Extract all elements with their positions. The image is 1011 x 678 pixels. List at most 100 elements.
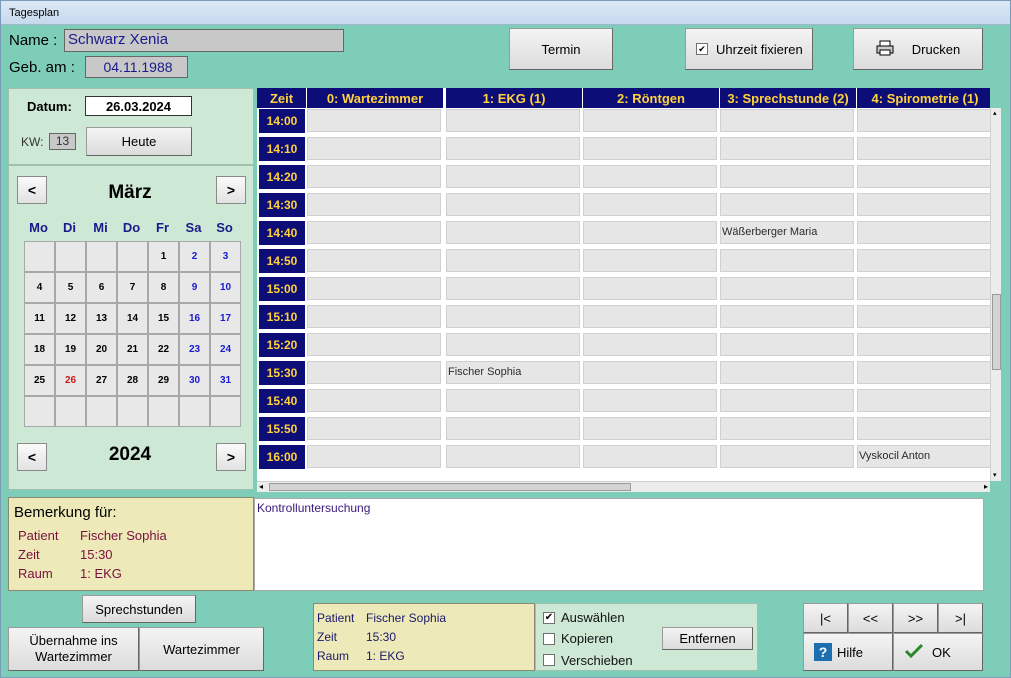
calendar-day[interactable]: 27 <box>86 365 117 396</box>
calendar-day[interactable]: 30 <box>179 365 210 396</box>
next-year-button[interactable]: > <box>216 443 246 471</box>
calendar-day[interactable]: 26 <box>55 365 86 396</box>
calendar-day[interactable]: 19 <box>55 334 86 365</box>
calendar-day[interactable]: 21 <box>117 334 148 365</box>
heute-button[interactable]: Heute <box>86 127 192 156</box>
calendar-day[interactable]: 5 <box>55 272 86 303</box>
calendar-day[interactable]: 15 <box>148 303 179 334</box>
remark-textarea[interactable]: Kontrolluntersuchung <box>254 498 984 591</box>
scroll-left-arrow-icon[interactable]: ◂ <box>259 482 263 492</box>
dob-field[interactable]: 04.11.1988 <box>85 56 188 78</box>
schedule-slot[interactable] <box>307 137 441 160</box>
uebernahme-wartezimmer-button[interactable]: Übernahme ins Wartezimmer <box>8 627 139 671</box>
termin-button[interactable]: Termin <box>509 28 613 70</box>
schedule-slot[interactable] <box>720 361 854 384</box>
schedule-slot[interactable] <box>583 361 717 384</box>
schedule-slot[interactable] <box>583 305 717 328</box>
entfernen-button[interactable]: Entfernen <box>662 627 753 650</box>
calendar-day[interactable]: 29 <box>148 365 179 396</box>
room-column-header[interactable]: 2: Röntgen <box>583 88 720 108</box>
schedule-slot[interactable] <box>307 221 441 244</box>
nav-next-button[interactable]: >> <box>893 603 938 633</box>
horizontal-scrollbar[interactable]: ◂ ▸ <box>257 481 990 492</box>
next-month-button[interactable]: > <box>216 176 246 204</box>
calendar-day[interactable]: 8 <box>148 272 179 303</box>
calendar-day[interactable]: 22 <box>148 334 179 365</box>
verschieben-checkbox[interactable] <box>543 654 555 666</box>
schedule-slot[interactable] <box>307 389 441 412</box>
calendar-day[interactable]: 11 <box>24 303 55 334</box>
kopieren-checkbox[interactable] <box>543 633 555 645</box>
calendar-day[interactable]: 10 <box>210 272 241 303</box>
room-column-header[interactable]: 1: EKG (1) <box>446 88 583 108</box>
appointment-entry[interactable]: Wäßerberger Maria <box>722 226 817 238</box>
name-field[interactable]: Schwarz Xenia <box>64 29 344 52</box>
appointment-entry[interactable]: Fischer Sophia <box>448 366 521 378</box>
schedule-slot[interactable] <box>446 277 580 300</box>
kopieren-label[interactable]: Kopieren <box>561 631 613 646</box>
scroll-down-arrow-icon[interactable]: ▾ <box>993 472 1000 480</box>
calendar-day[interactable]: 28 <box>117 365 148 396</box>
schedule-slot[interactable] <box>857 193 990 216</box>
schedule-slot[interactable] <box>446 417 580 440</box>
calendar-day[interactable]: 25 <box>24 365 55 396</box>
schedule-slot[interactable] <box>857 389 990 412</box>
calendar-day[interactable]: 20 <box>86 334 117 365</box>
sprechstunden-button[interactable]: Sprechstunden <box>82 595 196 623</box>
hilfe-button[interactable]: ? Hilfe <box>803 633 893 671</box>
ok-button[interactable]: OK <box>893 633 983 671</box>
calendar-day[interactable]: 4 <box>24 272 55 303</box>
schedule-slot[interactable] <box>446 193 580 216</box>
calendar-day[interactable]: 18 <box>24 334 55 365</box>
calendar-day[interactable]: 17 <box>210 303 241 334</box>
schedule-slot[interactable] <box>446 249 580 272</box>
schedule-slot[interactable] <box>583 445 717 468</box>
room-column-header[interactable]: 4: Spirometrie (1) <box>857 88 990 108</box>
calendar-day[interactable]: 14 <box>117 303 148 334</box>
schedule-slot[interactable] <box>583 193 717 216</box>
horizontal-scroll-thumb[interactable] <box>269 483 631 491</box>
calendar-day[interactable]: 23 <box>179 334 210 365</box>
calendar-day[interactable]: 13 <box>86 303 117 334</box>
schedule-slot[interactable] <box>307 249 441 272</box>
schedule-slot[interactable] <box>583 137 717 160</box>
schedule-slot[interactable] <box>583 277 717 300</box>
schedule-slot[interactable] <box>720 193 854 216</box>
schedule-slot[interactable] <box>857 417 990 440</box>
schedule-slot[interactable] <box>446 389 580 412</box>
schedule-slot[interactable] <box>446 333 580 356</box>
calendar-day[interactable]: 3 <box>210 241 241 272</box>
nav-prev-button[interactable]: << <box>848 603 893 633</box>
calendar-day[interactable]: 7 <box>117 272 148 303</box>
vertical-scroll-thumb[interactable] <box>992 294 1001 370</box>
schedule-slot[interactable] <box>307 193 441 216</box>
schedule-slot[interactable] <box>307 361 441 384</box>
schedule-slot[interactable] <box>446 109 580 132</box>
schedule-slot[interactable] <box>583 333 717 356</box>
calendar-day[interactable]: 6 <box>86 272 117 303</box>
schedule-slot[interactable] <box>446 445 580 468</box>
schedule-slot[interactable] <box>857 137 990 160</box>
schedule-slot[interactable] <box>307 445 441 468</box>
schedule-slot[interactable] <box>583 221 717 244</box>
schedule-slot[interactable] <box>720 165 854 188</box>
vertical-scrollbar[interactable]: ▴ ▾ <box>990 108 1001 481</box>
schedule-slot[interactable] <box>720 445 854 468</box>
verschieben-label[interactable]: Verschieben <box>561 653 633 668</box>
schedule-slot[interactable] <box>720 333 854 356</box>
calendar-day[interactable]: 2 <box>179 241 210 272</box>
schedule-slot[interactable] <box>307 109 441 132</box>
nav-first-button[interactable]: |< <box>803 603 848 633</box>
schedule-slot[interactable] <box>720 389 854 412</box>
schedule-slot[interactable] <box>720 277 854 300</box>
calendar-day[interactable]: 9 <box>179 272 210 303</box>
room-column-header[interactable]: 0: Wartezimmer <box>307 88 444 108</box>
schedule-slot[interactable] <box>720 249 854 272</box>
schedule-slot[interactable] <box>857 305 990 328</box>
prev-year-button[interactable]: < <box>17 443 47 471</box>
schedule-slot[interactable] <box>857 249 990 272</box>
schedule-slot[interactable] <box>720 109 854 132</box>
scroll-up-arrow-icon[interactable]: ▴ <box>993 110 1000 118</box>
schedule-slot[interactable] <box>857 277 990 300</box>
schedule-slot[interactable] <box>857 361 990 384</box>
